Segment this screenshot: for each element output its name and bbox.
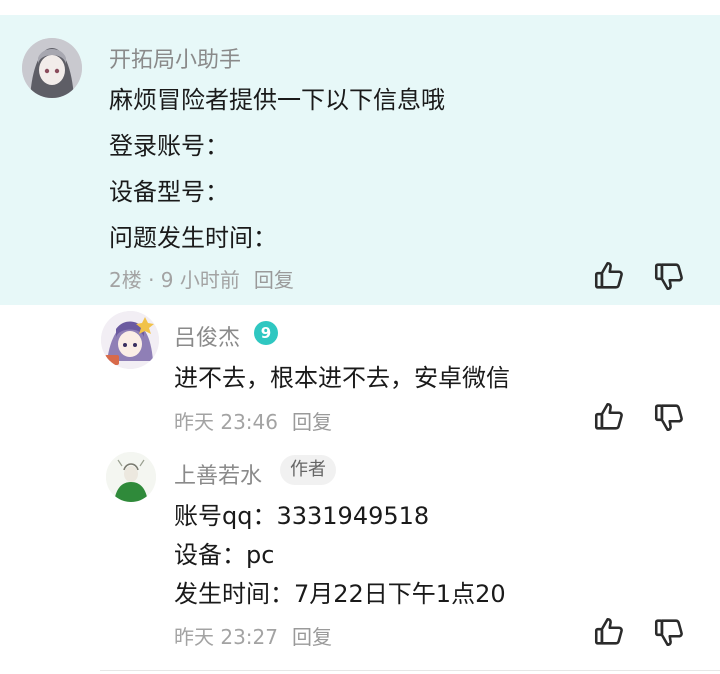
floor-time: 2楼 · 9 小时前	[109, 268, 240, 292]
dislike-button[interactable]	[652, 259, 686, 293]
reply-line: 进不去，根本进不去，安卓微信	[174, 364, 510, 392]
reply-meta: 昨天 23:46 回复	[174, 406, 332, 435]
reply-button[interactable]: 回复	[254, 268, 294, 292]
reply-line: 账号qq：3331949518	[174, 502, 430, 530]
dislike-button[interactable]	[652, 400, 686, 434]
like-button[interactable]	[592, 259, 626, 293]
comment-line: 麻烦冒险者提供一下以下信息哦	[109, 86, 445, 114]
comment-meta: 2楼 · 9 小时前 回复	[109, 264, 294, 293]
reply-line: 发生时间：7月22日下午1点20	[174, 580, 506, 608]
level-badge: 9	[254, 321, 278, 345]
avatar[interactable]	[101, 311, 159, 369]
comment-author[interactable]: 开拓局小助手	[109, 42, 241, 74]
reply-button[interactable]: 回复	[292, 410, 332, 434]
reply-meta: 昨天 23:27 回复	[174, 621, 332, 650]
thumbs-up-icon	[594, 402, 623, 430]
reply-button[interactable]: 回复	[292, 625, 332, 649]
comment-line: 登录账号：	[109, 132, 229, 160]
reply-line: 设备：pc	[174, 541, 275, 569]
author-tag: 作者	[280, 455, 336, 485]
thumbs-up-icon	[594, 617, 623, 645]
comment-line: 设备型号：	[109, 178, 229, 206]
thumbs-up-icon	[594, 261, 623, 289]
reply-author[interactable]: 上善若水	[174, 458, 262, 490]
comment-line: 问题发生时间：	[109, 224, 277, 252]
thumbs-down-icon	[654, 619, 683, 647]
divider	[100, 670, 720, 671]
avatar[interactable]	[22, 38, 82, 98]
reply-author[interactable]: 吕俊杰	[174, 320, 240, 352]
like-button[interactable]	[592, 400, 626, 434]
thumbs-down-icon	[654, 404, 683, 432]
avatar[interactable]	[106, 452, 156, 502]
reply-time: 昨天 23:27	[174, 625, 278, 649]
like-button[interactable]	[592, 615, 626, 649]
dislike-button[interactable]	[652, 615, 686, 649]
reply-time: 昨天 23:46	[174, 410, 278, 434]
thumbs-down-icon	[654, 263, 683, 291]
